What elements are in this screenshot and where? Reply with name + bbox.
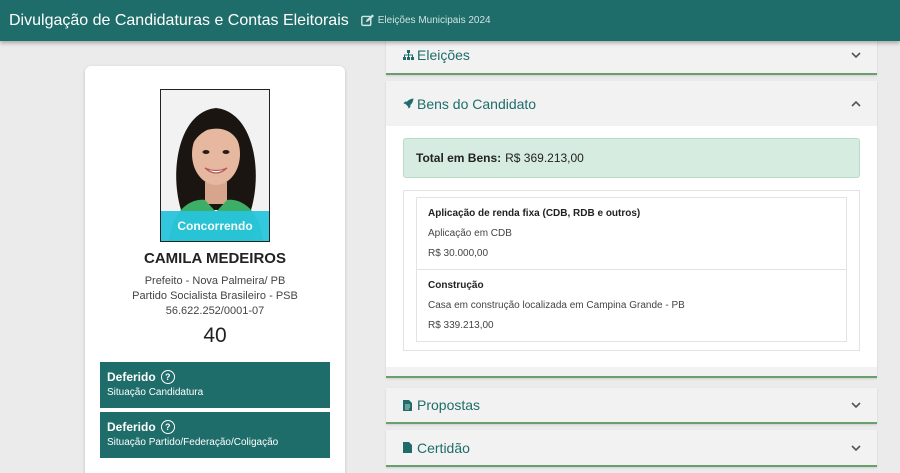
- help-icon[interactable]: ?: [160, 370, 175, 384]
- candidate-office: Prefeito - Nova Palmeira/ PB: [144, 275, 286, 287]
- candidate-party: Partido Socialista Brasileiro - PSB: [132, 290, 298, 302]
- election-label: Eleições Municipais 2024: [377, 15, 491, 26]
- section-bens-header[interactable]: Bens do Candidato: [386, 81, 877, 126]
- section-propostas-label: Propostas: [417, 397, 481, 413]
- list-item: Aplicação de renda fixa (CDB, RDB e outr…: [416, 197, 847, 270]
- section-certidao-label: Certidão: [417, 439, 470, 456]
- section-propostas-header[interactable]: Propostas: [386, 388, 877, 422]
- app-title[interactable]: Divulgação de Candidaturas e Contas Elei…: [9, 12, 349, 30]
- total-assets-label: Total em Bens:: [416, 151, 502, 165]
- file-icon: [403, 399, 417, 411]
- asset-value: R$ 30.000,00: [428, 248, 489, 259]
- candidate-photo: Concorrendo: [160, 89, 270, 242]
- asset-value: R$ 339.213,00: [428, 320, 494, 331]
- asset-description: Casa em construção localizada em Campina…: [428, 300, 685, 311]
- chevron-down-icon: [851, 444, 861, 451]
- candidacy-status-subtitle: Situação Candidatura: [107, 387, 204, 398]
- party-status-box: Deferido ? Situação Partido/Federação/Co…: [100, 412, 330, 458]
- sitemap-icon: [403, 50, 417, 60]
- party-status-subtitle: Situação Partido/Federação/Coligação: [107, 437, 279, 448]
- top-bar: Divulgação de Candidaturas e Contas Elei…: [0, 0, 900, 41]
- candidate-card: Concorrendo CAMILA MEDEIROS Prefeito - N…: [85, 66, 345, 473]
- list-item: Construção Casa em construção localizada…: [416, 270, 847, 342]
- running-status-badge: Concorrendo: [161, 211, 269, 241]
- file-icon: [403, 442, 417, 453]
- help-icon[interactable]: ?: [160, 420, 175, 434]
- candidacy-status-box: Deferido ? Situação Candidatura: [100, 362, 330, 408]
- asset-title: Aplicação de renda fixa (CDB, RDB e outr…: [428, 208, 641, 219]
- asset-title: Construção: [428, 280, 484, 291]
- candidate-name: CAMILA MEDEIROS: [144, 250, 286, 267]
- candidate-number: 40: [203, 324, 227, 347]
- asset-description: Aplicação em CDB: [428, 228, 512, 239]
- section-bens: Bens do Candidato Total em Bens: R$ 369.…: [386, 81, 877, 378]
- section-certidao: Certidão: [386, 430, 877, 467]
- section-propostas: Propostas: [386, 388, 877, 424]
- chevron-down-icon: [851, 402, 861, 408]
- election-subtitle[interactable]: Eleições Municipais 2024: [360, 14, 491, 27]
- candidate-cnpj: 56.622.252/0001-07: [165, 305, 265, 317]
- edit-icon: [360, 14, 374, 27]
- total-assets-value: R$ 369.213,00: [505, 151, 584, 165]
- assets-list: Aplicação de renda fixa (CDB, RDB e outr…: [403, 190, 860, 351]
- candidacy-status-title: Deferido: [107, 370, 156, 384]
- total-assets: Total em Bens: R$ 369.213,00: [403, 138, 860, 178]
- party-status-title: Deferido: [107, 420, 156, 434]
- rocket-icon: [403, 98, 417, 109]
- section-bens-label: Bens do Candidato: [417, 95, 537, 112]
- chevron-up-icon: [851, 100, 861, 107]
- chevron-down-icon: [851, 52, 861, 58]
- section-certidao-header[interactable]: Certidão: [386, 430, 877, 465]
- bens-body: Total em Bens: R$ 369.213,00 Aplicação d…: [386, 126, 877, 367]
- section-eleicoes-label: Eleições: [417, 47, 470, 63]
